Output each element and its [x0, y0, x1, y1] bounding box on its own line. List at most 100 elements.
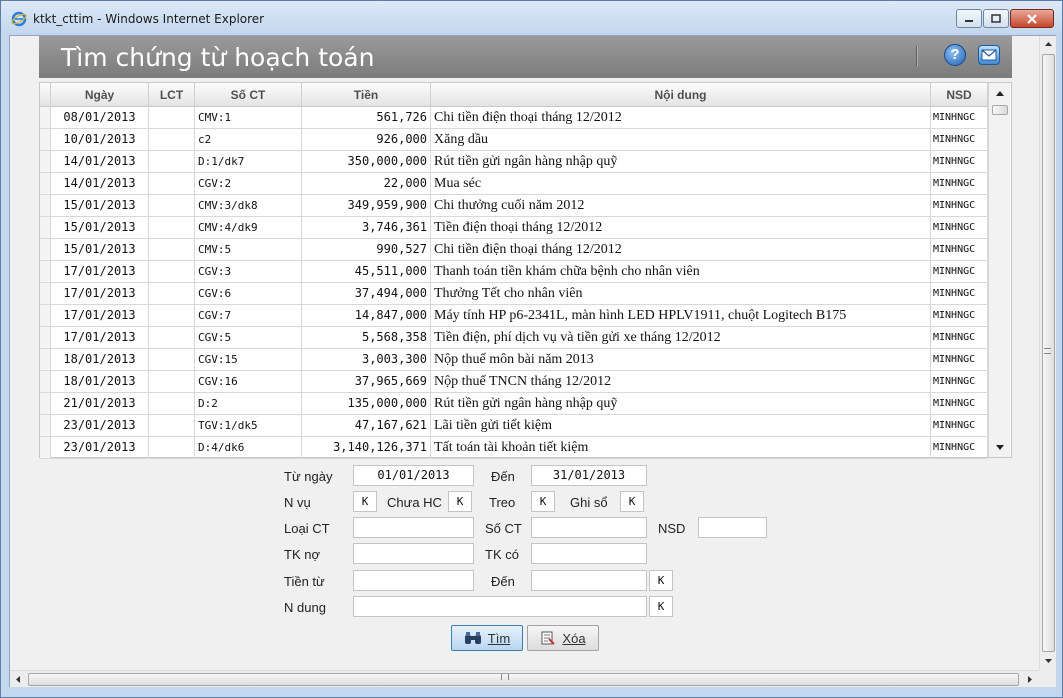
cell-lct	[149, 371, 195, 392]
treo-label: Treo	[489, 495, 516, 510]
column-header-noi-dung[interactable]: Nội dung	[431, 83, 931, 107]
tien-den-k-input[interactable]: K	[649, 570, 673, 591]
table-row[interactable]: 23/01/2013 D:4/dk6 3,140,126,371 Tất toán t…	[40, 437, 988, 459]
column-header-lct[interactable]: LCT	[149, 83, 195, 107]
window-controls	[955, 9, 1054, 29]
table-row[interactable]: 18/01/2013 CGV:15 3,003,300 Nộp thuế môn bà…	[40, 349, 988, 371]
tk-no-label: TK nợ	[284, 547, 320, 562]
cell-noi-dung: Máy tính HP p6-2341L, màn hình LED HPLV1…	[431, 305, 931, 326]
table-row[interactable]: 15/01/2013 CMV:3/dk8 349,959,900 Chi thưởng…	[40, 195, 988, 217]
row-selector	[40, 217, 51, 238]
window-horizontal-scrollbar[interactable]	[10, 670, 1039, 687]
grid-vertical-scrollbar[interactable]	[988, 83, 1010, 457]
minimize-button[interactable]	[956, 9, 982, 28]
cell-lct	[149, 437, 195, 458]
cell-tien: 990,527	[302, 239, 431, 260]
row-selector	[40, 151, 51, 172]
tien-tu-label: Tiền từ	[284, 574, 325, 589]
column-header-so-ct[interactable]: Số CT	[195, 83, 302, 107]
nsd-input[interactable]	[698, 517, 767, 538]
window-scroll-right-button[interactable]	[1022, 671, 1038, 687]
browser-window: ktkt_cttim - Windows Internet Explorer T…	[0, 0, 1063, 698]
table-row[interactable]: 17/01/2013 CGV:6 37,494,000 Thưởng Tết cho …	[40, 283, 988, 305]
row-selector-header	[40, 83, 51, 107]
table-row[interactable]: 14/01/2013 D:1/dk7 350,000,000 Rút tiền gửi…	[40, 151, 988, 173]
cell-nsd: MINHNGC	[931, 173, 988, 194]
cell-nsd: MINHNGC	[931, 393, 988, 414]
cell-ngay: 17/01/2013	[51, 283, 149, 304]
table-row[interactable]: 21/01/2013 D:2 135,000,000 Rút tiền gửi ngâ…	[40, 393, 988, 415]
window-scroll-down-button[interactable]	[1040, 653, 1056, 669]
grid-scroll-up-button[interactable]	[989, 83, 1011, 103]
mail-icon[interactable]	[978, 45, 1000, 65]
table-row[interactable]: 17/01/2013 CGV:3 45,511,000 Thanh toán tiền…	[40, 261, 988, 283]
table-row[interactable]: 23/01/2013 TGV:1/dk5 47,167,621 Lãi tiền gử…	[40, 415, 988, 437]
column-header-ngay[interactable]: Ngày	[51, 83, 149, 107]
tim-button[interactable]: Tìm	[451, 625, 523, 651]
cell-tien: 350,000,000	[302, 151, 431, 172]
tk-co-label: TK có	[485, 547, 519, 562]
tk-co-input[interactable]	[531, 543, 647, 564]
cell-nsd: MINHNGC	[931, 437, 988, 458]
grid-scroll-down-button[interactable]	[989, 437, 1011, 457]
den-ngay-input[interactable]: 31/01/2013	[531, 465, 647, 486]
cell-ngay: 18/01/2013	[51, 349, 149, 370]
cell-tien: 47,167,621	[302, 415, 431, 436]
table-row[interactable]: 14/01/2013 CGV:2 22,000 Mua séc MINHNGC	[40, 173, 988, 195]
window-vertical-scrollbar[interactable]	[1039, 36, 1056, 670]
so-ct-input[interactable]	[531, 517, 647, 538]
n-vu-input[interactable]: K	[353, 491, 377, 512]
close-icon	[1027, 13, 1037, 24]
table-row[interactable]: 15/01/2013 CMV:4/dk9 3,746,361 Tiền điện th…	[40, 217, 988, 239]
page-content: Tìm chứng từ hoạch toán ? Ngày LCT Số CT…	[10, 36, 1039, 670]
table-row[interactable]: 17/01/2013 CGV:5 5,568,358 Tiền điện, phí d…	[40, 327, 988, 349]
cell-tien: 14,847,000	[302, 305, 431, 326]
grid-scroll-thumb[interactable]	[992, 105, 1008, 115]
table-row[interactable]: 17/01/2013 CGV:7 14,847,000 Máy tính HP p6-…	[40, 305, 988, 327]
ghi-so-input[interactable]: K	[620, 491, 644, 512]
loai-ct-input[interactable]	[353, 517, 474, 538]
help-icon[interactable]: ?	[944, 44, 966, 66]
row-selector	[40, 393, 51, 414]
cell-so-ct: CGV:5	[195, 327, 302, 348]
arrow-right-icon	[1028, 675, 1032, 683]
cell-so-ct: CGV:16	[195, 371, 302, 392]
column-header-nsd[interactable]: NSD	[931, 83, 988, 107]
maximize-button[interactable]	[983, 9, 1009, 28]
row-selector	[40, 261, 51, 282]
n-dung-input[interactable]	[353, 596, 647, 617]
cell-tien: 5,568,358	[302, 327, 431, 348]
cell-noi-dung: Nộp thuế môn bài năm 2013	[431, 349, 931, 370]
tien-den-input[interactable]	[531, 570, 647, 591]
n-vu-label: N vụ	[284, 495, 311, 510]
page-header: Tìm chứng từ hoạch toán ?	[39, 36, 1012, 78]
tim-button-label: Tìm	[487, 630, 511, 646]
close-button[interactable]	[1010, 9, 1054, 28]
window-scroll-up-button[interactable]	[1040, 36, 1056, 52]
chua-hc-input[interactable]: K	[448, 491, 472, 512]
table-row[interactable]: 08/01/2013 CMV:1 561,726 Chi tiền điện thoạ…	[40, 107, 988, 129]
column-header-tien[interactable]: Tiền	[302, 83, 431, 107]
internet-explorer-icon	[11, 11, 27, 27]
cell-so-ct: CGV:3	[195, 261, 302, 282]
binoculars-icon	[464, 631, 482, 645]
n-dung-k-input[interactable]: K	[649, 596, 673, 617]
title-bar[interactable]: ktkt_cttim - Windows Internet Explorer	[1, 1, 1062, 35]
window-hscroll-thumb[interactable]	[28, 673, 1019, 686]
tien-tu-input[interactable]	[353, 570, 474, 591]
cell-so-ct: CGV:15	[195, 349, 302, 370]
tu-ngay-input[interactable]: 01/01/2013	[353, 465, 474, 486]
window-scroll-left-button[interactable]	[10, 671, 26, 687]
table-row[interactable]: 18/01/2013 CGV:16 37,965,669 Nộp thuế TNCN …	[40, 371, 988, 393]
treo-input[interactable]: K	[531, 491, 555, 512]
xoa-button[interactable]: Xóa	[527, 625, 599, 651]
cell-lct	[149, 349, 195, 370]
tk-no-input[interactable]	[353, 543, 474, 564]
table-row[interactable]: 15/01/2013 CMV:5 990,527 Chi tiền điện thoạ…	[40, 239, 988, 261]
row-selector	[40, 283, 51, 304]
table-row[interactable]: 10/01/2013 c2 926,000 Xăng dầu MINHNGC	[40, 129, 988, 151]
grid-header: Ngày LCT Số CT Tiền Nội dung NSD	[40, 83, 988, 107]
cell-ngay: 14/01/2013	[51, 173, 149, 194]
cell-noi-dung: Lãi tiền gửi tiết kiệm	[431, 415, 931, 436]
tien-den-label: Đến	[491, 574, 515, 589]
